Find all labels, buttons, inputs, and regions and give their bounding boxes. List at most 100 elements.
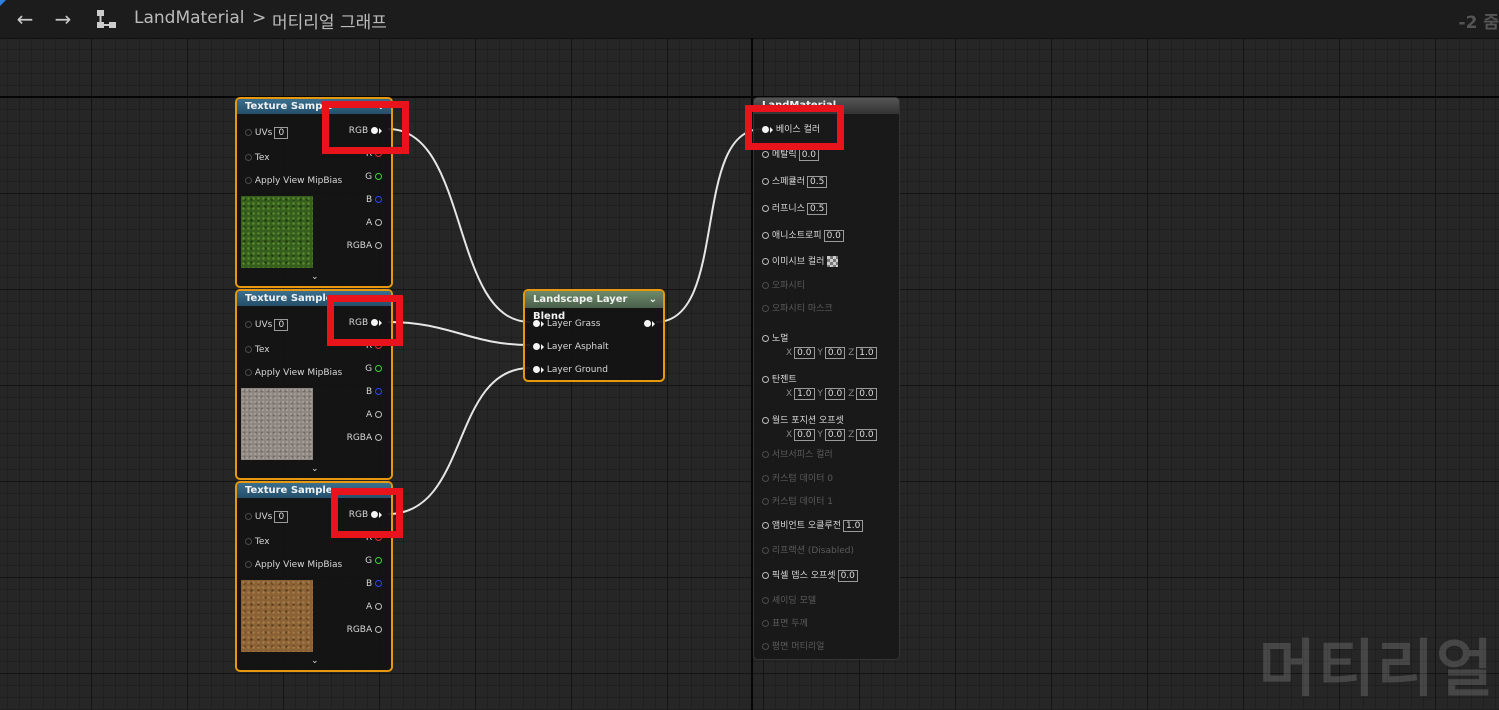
pin-tex[interactable] <box>245 154 252 161</box>
pin-label: 앰비언트 오클루전 <box>771 521 841 531</box>
chevron-down-icon[interactable]: ⌄ <box>311 464 319 474</box>
normal-z-input[interactable]: 1.0 <box>856 347 877 359</box>
node-title: Texture Sample <box>245 485 333 496</box>
pin-refraction[interactable] <box>762 547 769 554</box>
pin-label: 서브서피스 컬러 <box>771 450 833 460</box>
out-pin-a[interactable] <box>375 411 382 418</box>
pin-specular[interactable] <box>762 178 769 185</box>
pin-metallic[interactable] <box>762 151 769 158</box>
pin-mipbias[interactable] <box>245 369 252 376</box>
wire-grass <box>387 128 531 323</box>
pin-uvs[interactable] <box>245 321 252 328</box>
out-label: G <box>365 364 373 374</box>
value-input[interactable]: 0.5 <box>807 203 828 215</box>
pin-mipbias[interactable] <box>245 561 252 568</box>
out-pin-g[interactable] <box>375 365 382 372</box>
highlight-box <box>322 101 409 154</box>
pin-label: 노멀 <box>771 334 789 344</box>
out-pin-b[interactable] <box>375 580 382 587</box>
landscape-layer-blend-node[interactable]: Landscape Layer Blend ⌄ Layer Grass Layer… <box>523 289 665 382</box>
pin-world-position-offset[interactable] <box>762 417 769 424</box>
material-result-node[interactable]: LandMaterial 베이스 컬러 메탈릭 0.0 스페큘러 0.5 러프니스 0… <box>753 97 900 660</box>
uvs-input[interactable]: 0 <box>274 511 289 523</box>
out-pin-b[interactable] <box>375 388 382 395</box>
pin-uvs[interactable] <box>245 129 252 136</box>
chevron-down-icon[interactable]: ⌄ <box>311 272 319 282</box>
normal-y-input[interactable]: 0.0 <box>824 347 846 359</box>
out-pin-blend[interactable] <box>644 320 651 327</box>
pin-anisotropy[interactable] <box>762 232 769 239</box>
pin-label: Layer Grass <box>546 319 601 329</box>
out-label: A <box>365 602 373 612</box>
pin-label: 셰이딩 모델 <box>771 596 817 606</box>
pin-layer-asphalt[interactable] <box>533 343 540 350</box>
uvs-input[interactable]: 0 <box>274 127 289 139</box>
out-label: RGBA <box>346 241 373 251</box>
chevron-down-icon[interactable]: ⌄ <box>649 291 657 308</box>
pin-tex[interactable] <box>245 346 252 353</box>
pin-layer-ground[interactable] <box>533 366 540 373</box>
pin-emissive-color[interactable] <box>762 258 769 265</box>
wire-ground <box>387 367 531 515</box>
tangent-z-input[interactable]: 0.0 <box>856 388 877 400</box>
pin-label: Tex <box>254 153 270 163</box>
out-pin-rgba[interactable] <box>375 626 382 633</box>
pin-surface-thickness[interactable] <box>762 620 769 627</box>
out-pin-g[interactable] <box>375 173 382 180</box>
pin-label: 스페큘러 <box>771 177 805 187</box>
pin-subsurface-color[interactable] <box>762 451 769 458</box>
pin-mipbias[interactable] <box>245 177 252 184</box>
pin-tex[interactable] <box>245 538 252 545</box>
pin-opacity[interactable] <box>762 282 769 289</box>
pin-label: 러프니스 <box>771 204 805 214</box>
pin-label: Layer Ground <box>546 365 608 375</box>
tangent-x-input[interactable]: 1.0 <box>794 388 815 400</box>
pin-label: 이미시브 컬러 <box>771 257 825 267</box>
color-swatch[interactable] <box>827 256 839 267</box>
out-pin-a[interactable] <box>375 603 382 610</box>
out-label: A <box>365 410 373 420</box>
value-input[interactable]: 0.0 <box>837 570 858 582</box>
pin-label: Apply View MipBias <box>254 368 343 378</box>
chevron-down-icon[interactable]: ⌄ <box>311 656 319 666</box>
pin-shading-model[interactable] <box>762 597 769 604</box>
pin-custom-data-1[interactable] <box>762 498 769 505</box>
wire-blend-out <box>655 128 763 323</box>
pin-tangent[interactable] <box>762 376 769 383</box>
node-header[interactable]: Landscape Layer Blend ⌄ <box>525 291 663 322</box>
pin-front-material[interactable] <box>762 643 769 650</box>
pin-label: 픽셀 뎁스 오프셋 <box>771 571 836 581</box>
value-input[interactable]: 0.5 <box>807 176 828 188</box>
out-pin-a[interactable] <box>375 219 382 226</box>
value-input[interactable]: 0.0 <box>823 230 844 242</box>
out-pin-rgba[interactable] <box>375 242 382 249</box>
out-label: B <box>365 579 373 589</box>
pin-pixel-depth-offset[interactable] <box>762 572 769 579</box>
out-label: RGBA <box>346 433 373 443</box>
pin-opacity-mask[interactable] <box>762 305 769 312</box>
wpo-x-input[interactable]: 0.0 <box>794 429 815 441</box>
wpo-z-input[interactable]: 0.0 <box>856 429 877 441</box>
pin-uvs[interactable] <box>245 513 252 520</box>
wpo-y-input[interactable]: 0.0 <box>824 429 846 441</box>
pin-label: Apply View MipBias <box>254 560 343 570</box>
out-pin-b[interactable] <box>375 196 382 203</box>
texture-thumbnail-asphalt <box>241 388 313 460</box>
watermark: 머티리얼 <box>1258 632 1495 705</box>
value-input[interactable]: 1.0 <box>842 520 864 532</box>
tangent-y-input[interactable]: 0.0 <box>824 388 846 400</box>
out-pin-g[interactable] <box>375 557 382 564</box>
pin-ambient-occlusion[interactable] <box>762 522 769 529</box>
pin-label: 메탈릭 <box>771 150 797 160</box>
normal-x-input[interactable]: 0.0 <box>794 347 815 359</box>
highlight-box <box>331 488 403 538</box>
pin-custom-data-0[interactable] <box>762 475 769 482</box>
pin-roughness[interactable] <box>762 205 769 212</box>
out-pin-rgba[interactable] <box>375 434 382 441</box>
uvs-input[interactable]: 0 <box>274 319 289 331</box>
pin-layer-grass[interactable] <box>533 320 540 327</box>
wire-asphalt <box>387 321 531 346</box>
value-input[interactable]: 0.0 <box>798 149 820 161</box>
pin-normal[interactable] <box>762 335 769 342</box>
pin-label: UVs <box>254 512 273 522</box>
